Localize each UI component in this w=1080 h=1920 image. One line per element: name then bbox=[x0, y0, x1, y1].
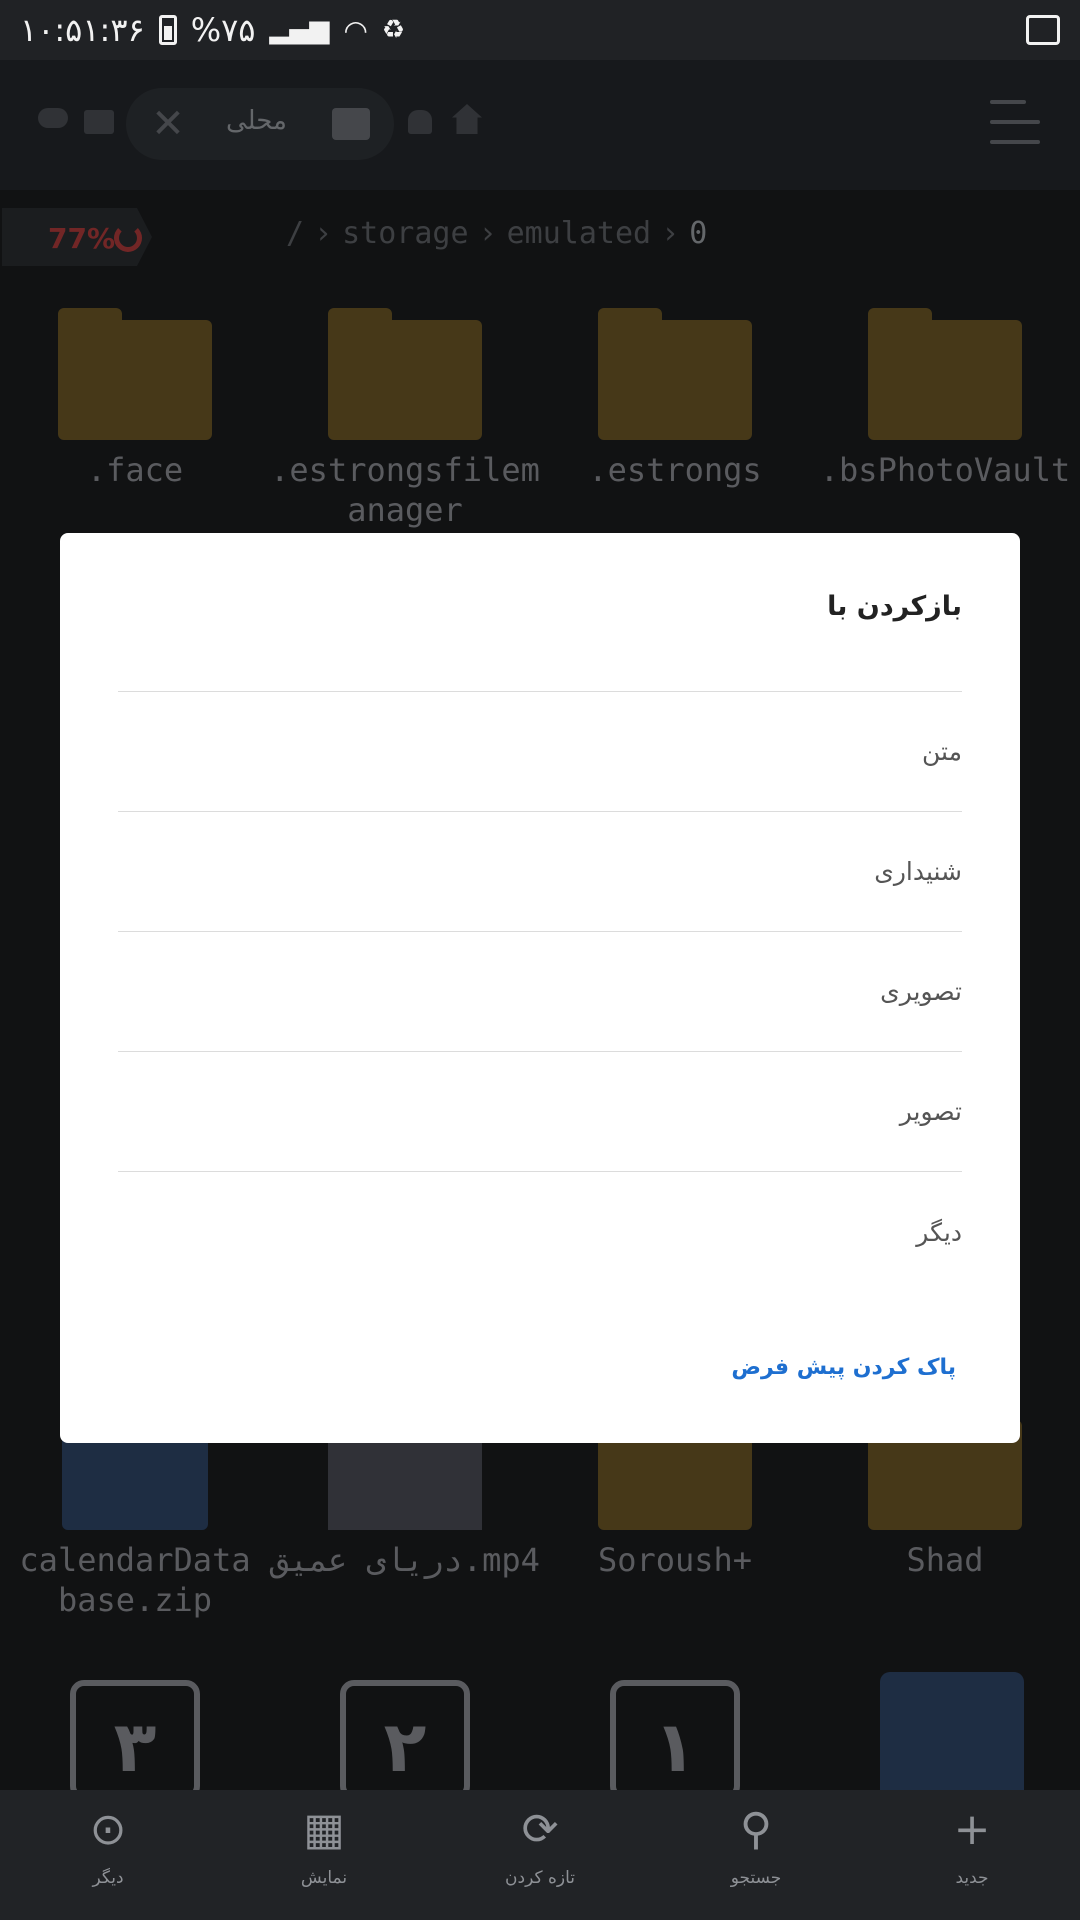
gallery-notification-icon bbox=[1026, 15, 1060, 45]
dialog-title: بازکردن با bbox=[827, 591, 962, 622]
status-battery: %۷۵ bbox=[190, 11, 256, 49]
refresh-icon: ⟳ bbox=[521, 1804, 559, 1855]
status-left: ۱۰:۵۱:۳۶ %۷۵ ▂▄▆ ◠ ♻ bbox=[20, 11, 405, 49]
nav-label: جدید bbox=[955, 1868, 989, 1888]
option-text[interactable]: متن bbox=[118, 692, 962, 812]
nav-refresh[interactable]: ⟳ تازه کردن bbox=[460, 1804, 620, 1889]
search-icon: ⚲ bbox=[739, 1804, 773, 1855]
signal-icon: ▂▄▆ bbox=[269, 15, 330, 45]
option-image[interactable]: تصویر bbox=[118, 1052, 962, 1172]
status-bar: ۱۰:۵۱:۳۶ %۷۵ ▂▄▆ ◠ ♻ bbox=[0, 0, 1080, 60]
plus-icon: + bbox=[953, 1804, 991, 1855]
open-with-dialog: بازکردن با متن شنیداری تصویری تصویر دیگر… bbox=[60, 533, 1020, 1443]
more-icon: ⊙ bbox=[89, 1804, 127, 1855]
nav-search[interactable]: ⚲ جستجو bbox=[676, 1804, 836, 1889]
wifi-icon: ◠ bbox=[343, 13, 368, 47]
option-other[interactable]: دیگر bbox=[118, 1172, 962, 1292]
recycle-icon: ♻ bbox=[381, 15, 406, 45]
nav-label: تازه کردن bbox=[505, 1868, 575, 1888]
nav-more[interactable]: ⊙ دیگر bbox=[28, 1804, 188, 1889]
nav-new[interactable]: + جدید bbox=[892, 1804, 1052, 1889]
dialog-options: متن شنیداری تصویری تصویر دیگر bbox=[118, 691, 962, 1292]
bottom-nav: + جدید ⚲ جستجو ⟳ تازه کردن ▦ نمایش ⊙ دیگ… bbox=[0, 1790, 1080, 1920]
clear-default-button[interactable]: پاک کردن پیش فرض bbox=[731, 1355, 956, 1380]
status-time: ۱۰:۵۱:۳۶ bbox=[20, 11, 145, 49]
option-video[interactable]: تصویری bbox=[118, 932, 962, 1052]
option-audio[interactable]: شنیداری bbox=[118, 812, 962, 932]
nav-label: جستجو bbox=[730, 1868, 782, 1888]
battery-icon bbox=[158, 15, 177, 45]
nav-label: نمایش bbox=[300, 1868, 348, 1888]
grid-view-icon: ▦ bbox=[303, 1804, 345, 1855]
nav-label: دیگر bbox=[92, 1868, 124, 1888]
nav-view[interactable]: ▦ نمایش bbox=[244, 1804, 404, 1889]
